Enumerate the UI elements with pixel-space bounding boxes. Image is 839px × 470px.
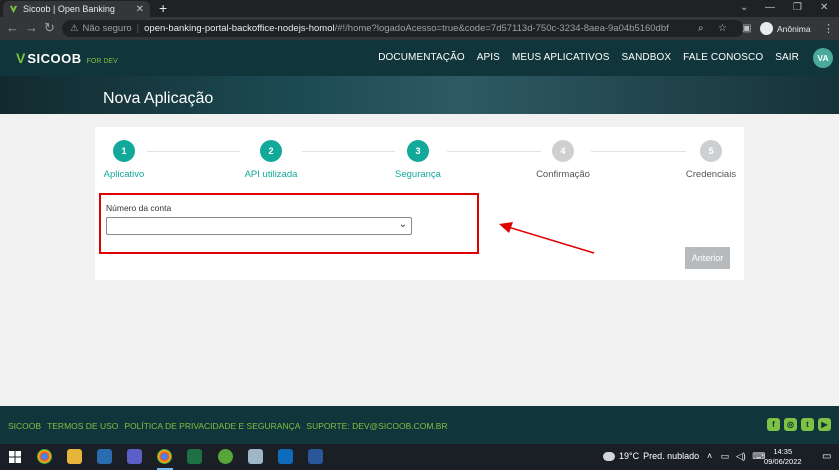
url-path: /#!/home?logadoAcesso=true&code=7d57113d… [334,23,669,34]
window-close-icon[interactable]: ✕ [820,2,828,13]
weather-text: Pred. nublado [643,451,700,461]
weather-temp: 19°C [619,451,640,461]
minimize-icon[interactable]: — [765,2,775,13]
nav-meus-aplicativos[interactable]: MEUS APLICATIVOS [512,52,610,63]
chrome-icon[interactable] [37,449,52,464]
app-green-icon[interactable] [218,449,233,464]
notepad-icon[interactable] [248,449,263,464]
sicoob-logo[interactable]: V SICOOB FOR DEV [16,50,118,66]
browser-tabstrip: Sicoob | Open Banking ✕ + ⌄ — ❐ ✕ [0,0,839,17]
security-status: Não seguro [82,23,132,34]
step-label: API utilizada [244,169,298,180]
browser-tab[interactable]: Sicoob | Open Banking ✕ [3,1,150,17]
network-icon[interactable]: ▭ [721,451,730,461]
forward-arrow-icon[interactable]: → [25,21,38,35]
footer-link-sicoob[interactable]: SICOOB [8,421,41,431]
side-panel-icon[interactable]: ▣ [742,23,751,34]
incognito-icon [760,22,773,35]
brand-subtitle: FOR DEV [86,58,118,65]
footer-link-terms[interactable]: TERMOS DE USO [47,421,118,431]
nav-sandbox[interactable]: SANDBOX [622,52,672,63]
address-separator: | [136,23,140,34]
address-bar[interactable]: ⚠ Não seguro | open-banking-portal-backo… [62,20,744,37]
nav-apis[interactable]: APIS [477,52,500,63]
step-number: 5 [700,140,722,162]
main-nav: DOCUMENTAÇÃO APIS MEUS APLICATIVOS SANDB… [378,52,799,63]
wizard-step-3[interactable]: 3 Segurança [373,140,463,180]
social-links: f ◎ t ▶ [767,418,831,431]
file-explorer-icon[interactable] [67,449,82,464]
tab-close-icon[interactable]: ✕ [136,4,144,15]
clock-time: 14:35 [773,447,793,456]
brand-name: SICOOB [27,51,82,66]
restore-icon[interactable]: ❐ [793,2,802,13]
site-header: V SICOOB FOR DEV DOCUMENTAÇÃO APIS MEUS … [0,40,839,76]
sicoob-favicon-icon [9,5,18,13]
step-number: 1 [113,140,135,162]
tab-title: Sicoob | Open Banking [23,4,115,14]
step-label: Credenciais [685,169,737,180]
step-number: 2 [260,140,282,162]
cloud-icon [603,451,615,461]
warning-icon: ⚠ [70,23,79,34]
wizard-step-5: 5 Credenciais [666,140,756,180]
bookmark-star-icon[interactable]: ☆ [718,23,727,34]
profile-label: Anônima [777,23,811,34]
step-label: Segurança [395,169,441,180]
word-icon[interactable] [308,449,323,464]
incognito-profile[interactable]: Anônima [760,20,811,37]
step-label: Confirmação [536,169,590,180]
new-tab-button[interactable]: + [159,1,167,15]
outlook-icon[interactable] [278,449,293,464]
wizard-step-2[interactable]: 2 API utilizada [226,140,316,180]
weather-widget[interactable]: 19°C Pred. nublado [603,451,699,461]
browser-menu-icon[interactable]: ⋮ [823,22,834,35]
wizard-card: 1 Aplicativo 2 API utilizada 3 Segurança… [95,127,744,280]
tray-chevron-icon[interactable]: ˄ [707,451,712,461]
nav-sair[interactable]: SAIR [775,52,799,63]
teams-icon[interactable] [127,449,142,464]
nav-documentacao[interactable]: DOCUMENTAÇÃO [378,52,465,63]
page-title: Nova Aplicação [103,90,214,107]
tab-search-icon[interactable]: ⌄ [740,2,748,13]
step-number: 3 [407,140,429,162]
instagram-icon[interactable]: ◎ [784,418,797,431]
wizard-step-4: 4 Confirmação [518,140,608,180]
annotation-highlight-box [99,193,479,254]
youtube-icon[interactable]: ▶ [818,418,831,431]
system-tray: ˄ ▭ ◁) ⌨ [707,451,765,462]
windows-start-icon[interactable] [9,451,21,463]
clock-date: 09/06/2022 [764,457,802,466]
step-number: 4 [552,140,574,162]
zoom-icon[interactable]: ⌕ [698,23,704,34]
facebook-icon[interactable]: f [767,418,780,431]
footer-links: SICOOB TERMOS DE USO POLÍTICA DE PRIVACI… [8,421,448,431]
browser-toolbar: ← → ↻ ⚠ Não seguro | open-banking-portal… [0,17,839,40]
footer-link-privacy[interactable]: POLÍTICA DE PRIVACIDADE E SEGURANÇA [124,421,300,431]
user-avatar[interactable]: VA [813,48,833,68]
powershell-icon[interactable] [97,449,112,464]
taskbar-clock[interactable]: 14:35 09/06/2022 [764,447,802,467]
page-banner: Nova Aplicação [0,76,839,114]
reload-icon[interactable]: ↻ [44,21,55,35]
step-label: Aplicativo [103,169,145,180]
nav-fale-conosco[interactable]: FALE CONOSCO [683,52,763,63]
excel-icon[interactable] [187,449,202,464]
volume-icon[interactable]: ◁) [736,451,746,461]
site-footer: SICOOB TERMOS DE USO POLÍTICA DE PRIVACI… [0,406,839,444]
sicoob-logo-icon: V [16,50,26,66]
wizard-step-1[interactable]: 1 Aplicativo [79,140,169,180]
twitter-icon[interactable]: t [801,418,814,431]
windows-taskbar: 19°C Pred. nublado ˄ ▭ ◁) ⌨ 14:35 09/06/… [0,444,839,470]
previous-button[interactable]: Anterior [685,247,730,269]
back-arrow-icon[interactable]: ← [6,21,19,35]
footer-link-support[interactable]: SUPORTE: DEV@SICOOB.COM.BR [306,421,447,431]
notification-icon[interactable]: ▭ [822,451,831,462]
chrome-incognito-icon[interactable] [157,449,172,464]
url-host: open-banking-portal-backoffice-nodejs-ho… [144,23,335,34]
